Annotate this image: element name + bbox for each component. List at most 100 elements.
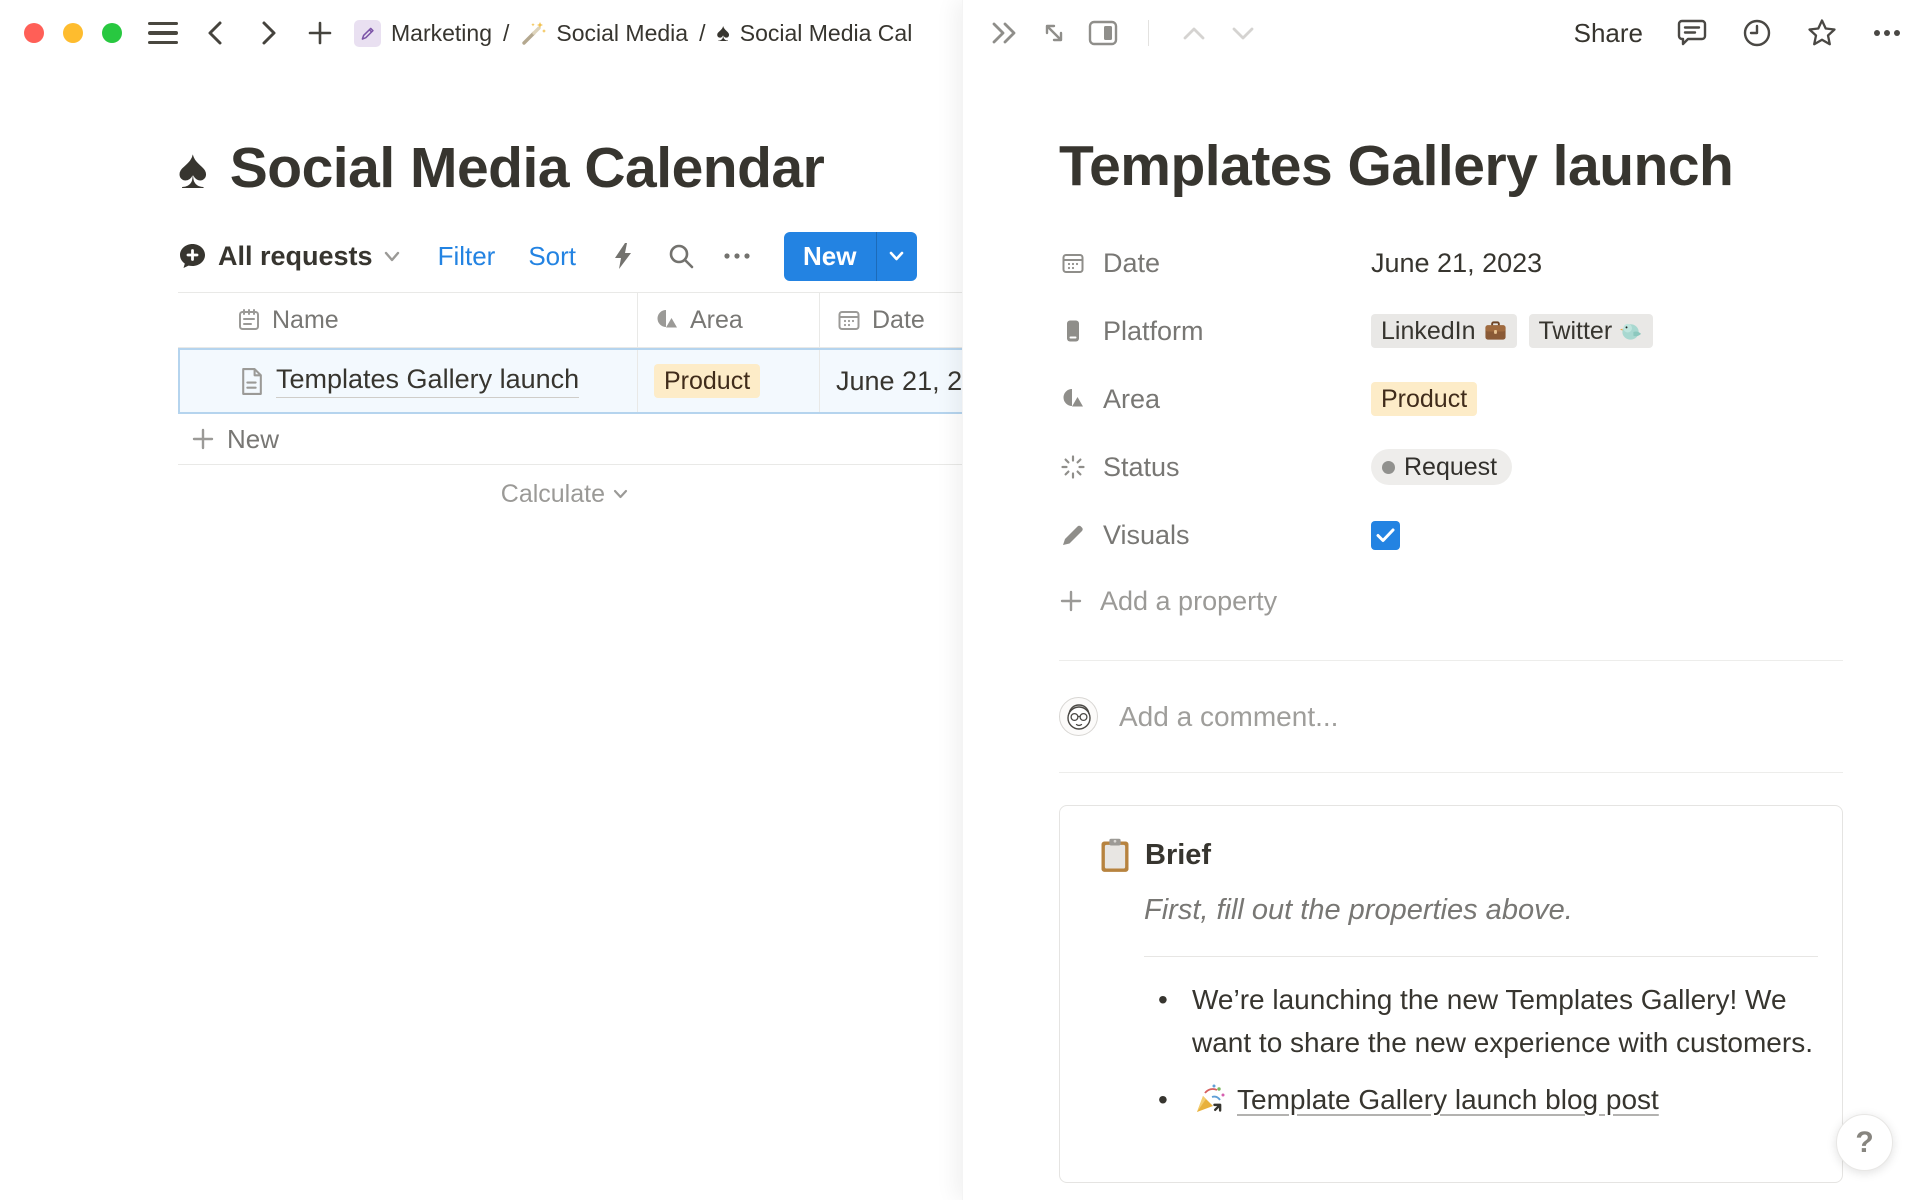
spade-icon: ♠ <box>716 21 729 46</box>
double-chevron-right-icon <box>990 21 1020 45</box>
platform-tag-twitter[interactable]: Twitter <box>1529 314 1654 348</box>
comment-bubble-icon <box>1677 18 1707 48</box>
comment-composer: Add a comment... <box>1059 661 1843 772</box>
view-switcher[interactable]: All requests <box>178 241 400 272</box>
blog-post-page-link[interactable]: Template Gallery launch blog post <box>1237 1078 1659 1121</box>
plus-icon <box>1059 589 1083 613</box>
property-value-date[interactable]: June 21, 2023 <box>1371 248 1843 279</box>
side-peek-panel: Share <box>962 0 1920 1200</box>
comment-input[interactable]: Add a comment... <box>1119 701 1843 733</box>
database-page: ♠ Social Media Calendar All requests Fil… <box>0 135 962 523</box>
close-peek-button[interactable] <box>989 17 1021 49</box>
table-new-row-button[interactable]: New <box>178 414 962 465</box>
property-value-area[interactable]: Product <box>1371 382 1843 416</box>
page-options-button[interactable] <box>1871 17 1903 49</box>
property-label-status[interactable]: Status <box>1059 452 1371 483</box>
property-label-area[interactable]: Area <box>1059 384 1371 415</box>
shapes-icon <box>1059 386 1086 413</box>
database-toolbar: All requests Filter Sort New <box>178 232 962 280</box>
phone-icon <box>1059 318 1086 345</box>
column-header-date[interactable]: Date <box>820 293 962 347</box>
expand-page-button[interactable] <box>1038 17 1070 49</box>
minimize-window-button[interactable] <box>63 23 83 43</box>
brief-bullet-list: • We’re launching the new Templates Gall… <box>1144 978 1818 1121</box>
search-button[interactable] <box>664 239 698 273</box>
new-entry-dropdown-button[interactable] <box>876 232 917 281</box>
plus-icon <box>307 20 333 46</box>
property-row-visuals: Visuals <box>1059 501 1843 569</box>
filter-button[interactable]: Filter <box>438 241 496 272</box>
page-title[interactable]: Social Media Calendar <box>230 137 825 199</box>
forward-button[interactable] <box>254 18 282 48</box>
add-property-button[interactable]: Add a property <box>1059 569 1843 633</box>
updates-history-button[interactable] <box>1741 17 1773 49</box>
breadcrumb-item-social-media[interactable]: Social Media <box>520 20 688 47</box>
column-label: Date <box>872 306 925 335</box>
row-name-cell[interactable]: Templates Gallery launch <box>180 350 638 412</box>
property-value-platform[interactable]: LinkedIn Twitter <box>1371 314 1843 348</box>
plus-icon <box>192 428 214 450</box>
list-item[interactable]: • We’re launching the new Templates Gall… <box>1158 978 1818 1064</box>
new-entry-split-button: New <box>784 232 916 281</box>
list-item[interactable]: • <box>1158 1078 1818 1121</box>
automations-button[interactable] <box>606 239 640 273</box>
favorite-button[interactable] <box>1806 17 1838 49</box>
table-row-templates-gallery-launch[interactable]: Templates Gallery launch Product June 21… <box>178 348 962 414</box>
peek-mode-button[interactable] <box>1087 17 1119 49</box>
property-value-status[interactable]: Request <box>1371 449 1843 485</box>
help-button[interactable]: ? <box>1836 1114 1893 1171</box>
sidebar-menu-icon[interactable] <box>148 22 178 44</box>
property-name: Area <box>1103 384 1160 415</box>
search-icon <box>667 242 695 270</box>
area-tag-product[interactable]: Product <box>654 364 760 398</box>
previous-record-button[interactable] <box>1178 17 1210 49</box>
calculate-button[interactable]: Calculate <box>178 465 638 523</box>
brief-callout: Brief First, fill out the properties abo… <box>1059 805 1843 1183</box>
new-tab-button[interactable] <box>306 18 334 48</box>
share-button[interactable]: Share <box>1574 18 1643 49</box>
status-tag-request[interactable]: Request <box>1371 449 1512 485</box>
column-label: Name <box>272 306 339 335</box>
breadcrumb-label: Social Media <box>556 20 688 47</box>
tag-label: LinkedIn <box>1381 317 1476 346</box>
shapes-icon <box>654 307 680 333</box>
view-name: All requests <box>218 241 373 272</box>
sort-button[interactable]: Sort <box>528 241 576 272</box>
breadcrumb-separator: / <box>699 20 705 47</box>
breadcrumb-item-social-media-calendar[interactable]: ♠ Social Media Cal <box>716 20 912 47</box>
column-header-name[interactable]: Name <box>178 293 638 347</box>
back-button[interactable] <box>202 18 230 48</box>
property-label-visuals[interactable]: Visuals <box>1059 520 1371 551</box>
new-entry-button[interactable]: New <box>784 232 875 281</box>
property-name: Visuals <box>1103 520 1190 551</box>
user-avatar <box>1059 697 1098 736</box>
property-value-visuals[interactable] <box>1371 521 1843 550</box>
brief-subtitle[interactable]: First, fill out the properties above. <box>1144 894 1818 927</box>
status-dot <box>1382 461 1395 474</box>
chevron-down-icon <box>613 489 628 499</box>
chevron-up-icon <box>1182 26 1206 41</box>
peek-toolbar: Share <box>963 0 1920 66</box>
briefcase-icon <box>1484 320 1507 342</box>
property-label-date[interactable]: Date <box>1059 248 1371 279</box>
brief-title[interactable]: Brief <box>1145 839 1211 872</box>
zoom-window-button[interactable] <box>102 23 122 43</box>
next-record-button[interactable] <box>1227 17 1259 49</box>
tag-label: Twitter <box>1539 317 1613 346</box>
row-area-cell[interactable]: Product <box>638 350 820 412</box>
row-title[interactable]: Templates Gallery launch <box>276 364 579 398</box>
breadcrumb-item-marketing[interactable]: Marketing <box>354 20 492 47</box>
comments-button[interactable] <box>1676 17 1708 49</box>
peek-page-title[interactable]: Templates Gallery launch <box>1059 135 1843 198</box>
lightning-icon <box>612 241 634 271</box>
row-date-cell[interactable]: June 21, 20 <box>820 350 962 412</box>
bird-icon <box>1620 320 1643 342</box>
page-icon-spade[interactable]: ♠ <box>178 139 208 199</box>
close-window-button[interactable] <box>24 23 44 43</box>
column-header-area[interactable]: Area <box>638 293 820 347</box>
view-options-button[interactable] <box>720 239 754 273</box>
platform-tag-linkedin[interactable]: LinkedIn <box>1371 314 1517 348</box>
property-label-platform[interactable]: Platform <box>1059 316 1371 347</box>
area-tag-product[interactable]: Product <box>1371 382 1477 416</box>
visuals-checkbox-checked[interactable] <box>1371 521 1400 550</box>
